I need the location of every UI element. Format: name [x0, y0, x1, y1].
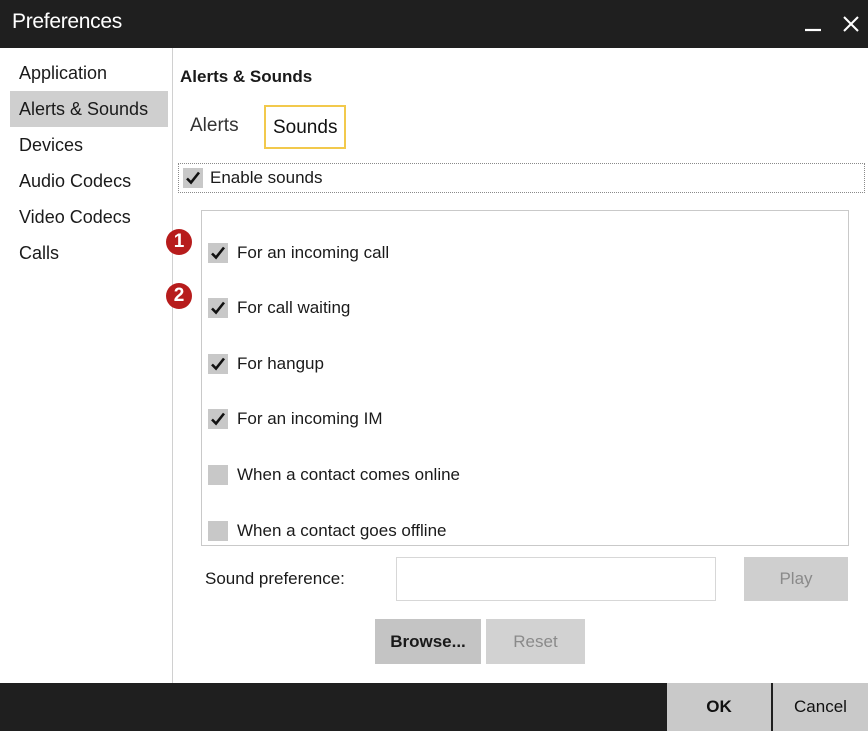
sound-options-group: For an incoming call For call waiting Fo… [201, 210, 849, 546]
option-label: For an incoming call [237, 243, 390, 262]
enable-sounds-label: Enable sounds [210, 168, 323, 187]
reset-button[interactable]: Reset [486, 619, 585, 664]
option-contact-offline[interactable]: When a contact goes offline [208, 516, 447, 546]
sidebar-item-application[interactable]: Application [10, 55, 168, 91]
sidebar-item-alerts-sounds[interactable]: Alerts & Sounds [10, 91, 168, 127]
ok-button[interactable]: OK [667, 683, 771, 731]
sidebar-item-calls[interactable]: Calls [10, 235, 168, 271]
checkbox[interactable] [208, 409, 228, 429]
close-icon [843, 16, 859, 32]
checkbox[interactable] [208, 521, 228, 541]
option-hangup[interactable]: For hangup [208, 349, 324, 379]
option-incoming-call[interactable]: For an incoming call [208, 238, 389, 268]
option-label: For an incoming IM [237, 409, 383, 428]
option-contact-online[interactable]: When a contact comes online [208, 460, 460, 490]
section-title: Alerts & Sounds [180, 67, 313, 86]
play-button[interactable]: Play [744, 557, 848, 601]
tab-alerts[interactable]: Alerts [183, 105, 246, 149]
enable-sounds-checkbox[interactable]: Enable sounds [178, 163, 865, 193]
checkmark-icon [211, 357, 226, 371]
checkbox[interactable] [208, 354, 228, 374]
sidebar-item-devices[interactable]: Devices [10, 127, 168, 163]
option-label: When a contact goes offline [237, 521, 447, 540]
minimize-button[interactable] [796, 6, 830, 42]
checkmark-icon [211, 301, 226, 315]
option-label: When a contact comes online [237, 465, 461, 484]
checkbox[interactable] [208, 465, 228, 485]
checkmark-icon [186, 171, 201, 185]
cancel-button[interactable]: Cancel [773, 683, 868, 731]
option-label: For call waiting [237, 298, 351, 317]
checkbox[interactable] [183, 168, 203, 188]
sidebar-item-video-codecs[interactable]: Video Codecs [10, 199, 168, 235]
checkmark-icon [211, 412, 226, 426]
sound-preference-field[interactable] [396, 557, 716, 601]
option-call-waiting[interactable]: For call waiting [208, 293, 350, 323]
sidebar: Application Alerts & Sounds Devices Audi… [0, 48, 173, 683]
annotation-badge: 1 [166, 229, 192, 255]
checkmark-icon [211, 246, 226, 260]
checkbox[interactable] [208, 243, 228, 263]
browse-button[interactable]: Browse... [375, 619, 481, 664]
title-bar: Preferences [0, 0, 868, 48]
tab-sounds[interactable]: Sounds [264, 105, 347, 149]
minimize-icon [805, 28, 821, 32]
option-incoming-im[interactable]: For an incoming IM [208, 404, 383, 434]
close-button[interactable] [834, 6, 868, 42]
checkbox[interactable] [208, 298, 228, 318]
sound-preference-label: Sound preference: [205, 569, 345, 588]
option-label: For hangup [237, 354, 324, 373]
dialog-footer: OK Cancel [0, 683, 868, 731]
annotation-badge: 2 [166, 283, 192, 309]
sidebar-item-audio-codecs[interactable]: Audio Codecs [10, 163, 168, 199]
preferences-panel: Alerts & Sounds Alerts Sounds Enable sou… [173, 48, 868, 683]
window-title: Preferences [12, 10, 122, 33]
